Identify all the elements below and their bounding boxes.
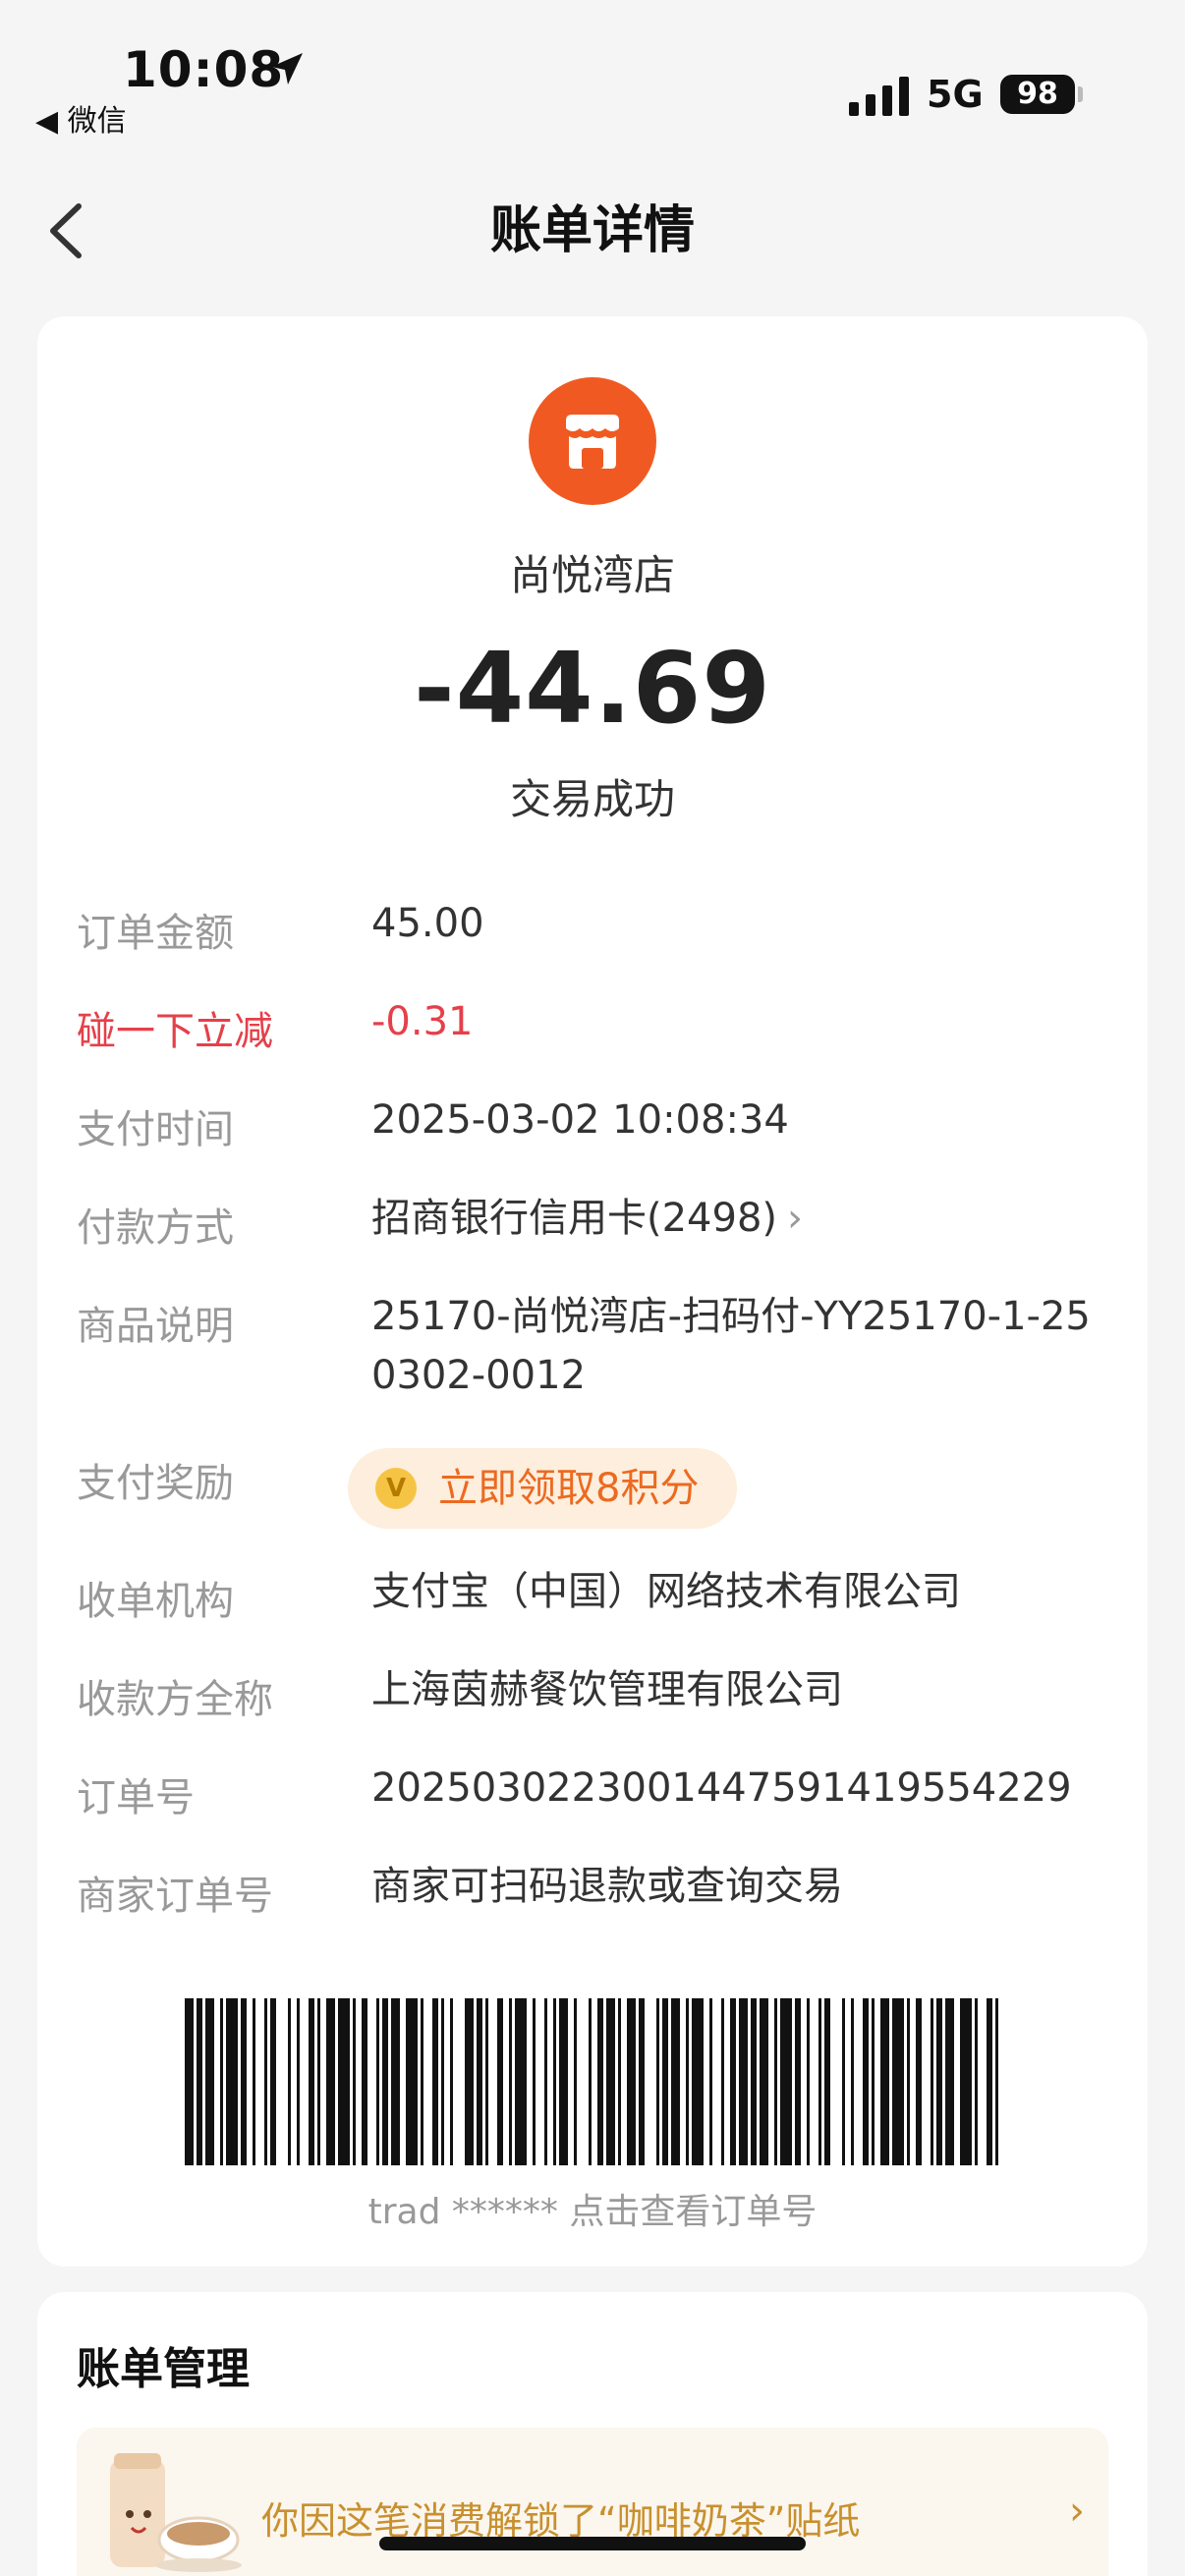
page-title: 账单详情 <box>489 201 695 260</box>
status-time: 10:08 <box>123 41 285 98</box>
order-barcode[interactable] <box>185 1998 1000 2165</box>
payee-value: 上海茵赫餐饮管理有限公司 <box>371 1667 843 1712</box>
back-to-wechat-link[interactable]: ◀ 微信 <box>35 96 127 140</box>
chevron-right-icon: › <box>1069 2489 1085 2534</box>
merchant-name: 尚悦湾店 <box>509 551 675 599</box>
claim-points-label: 立即领取8积分 <box>438 1466 700 1511</box>
chevron-right-icon: › <box>787 1196 804 1241</box>
pay-method-row[interactable]: 招商银行信用卡(2498) › <box>371 1189 803 1248</box>
coffee-milk-tea-sticker-icon <box>110 2453 242 2572</box>
transaction-amount: -44.69 <box>414 631 771 746</box>
order-number-value: 2025030223001447591419554229 <box>371 1765 1072 1811</box>
merchant-order-label: 商家订单号 <box>77 1874 273 1919</box>
order-number-label: 订单号 <box>77 1775 195 1820</box>
transaction-status: 交易成功 <box>509 775 675 823</box>
home-indicator <box>379 2537 806 2550</box>
battery-tip <box>1078 86 1083 102</box>
pay-method-label: 付款方式 <box>77 1205 234 1251</box>
goods-value: 25170-尚悦湾店-扫码付-YY25170-1-250302-0012 <box>371 1294 1091 1398</box>
sticker-promo-banner[interactable]: 你因这笔消费解锁了“咖啡奶茶”贴纸 › <box>77 2428 1108 2576</box>
location-arrow-icon <box>271 53 303 84</box>
status-bar: 10:08 ◀ 微信 5G 98 <box>0 0 1185 147</box>
discount-label: 碰一下立减 <box>77 1009 273 1054</box>
points-coin-icon: V <box>375 1468 417 1509</box>
pay-time-value: 2025-03-02 10:08:34 <box>371 1097 789 1143</box>
order-amount-label: 订单金额 <box>77 911 234 956</box>
network-type: 5G <box>927 73 984 116</box>
pay-time-label: 支付时间 <box>77 1107 234 1152</box>
discount-value: -0.31 <box>371 999 474 1044</box>
merchant-order-value: 商家可扫码退款或查询交易 <box>371 1864 843 1909</box>
order-amount-value: 45.00 <box>371 901 484 946</box>
pay-method-value: 招商银行信用卡(2498) <box>371 1196 778 1241</box>
claim-points-button[interactable]: V 立即领取8积分 <box>348 1448 737 1529</box>
bill-management-title: 账单管理 <box>77 2344 250 2394</box>
acquirer-value: 支付宝（中国）网络技术有限公司 <box>371 1569 961 1614</box>
store-icon <box>529 377 656 505</box>
signal-icon <box>849 77 909 116</box>
battery-icon: 98 <box>1000 75 1075 114</box>
goods-label: 商品说明 <box>77 1304 234 1349</box>
acquirer-label: 收单机构 <box>77 1579 234 1624</box>
bill-detail-card: 尚悦湾店 -44.69 交易成功 订单金额 45.00 碰一下立减 -0.31 … <box>37 316 1148 2267</box>
barcode-caption[interactable]: trad ****** 点击查看订单号 <box>37 2183 1148 2234</box>
reward-label: 支付奖励 <box>77 1461 234 1506</box>
bill-management-card: 账单管理 你因这笔消费解锁了“咖啡奶茶”贴纸 › <box>37 2292 1148 2576</box>
payee-label: 收款方全称 <box>77 1677 273 1722</box>
